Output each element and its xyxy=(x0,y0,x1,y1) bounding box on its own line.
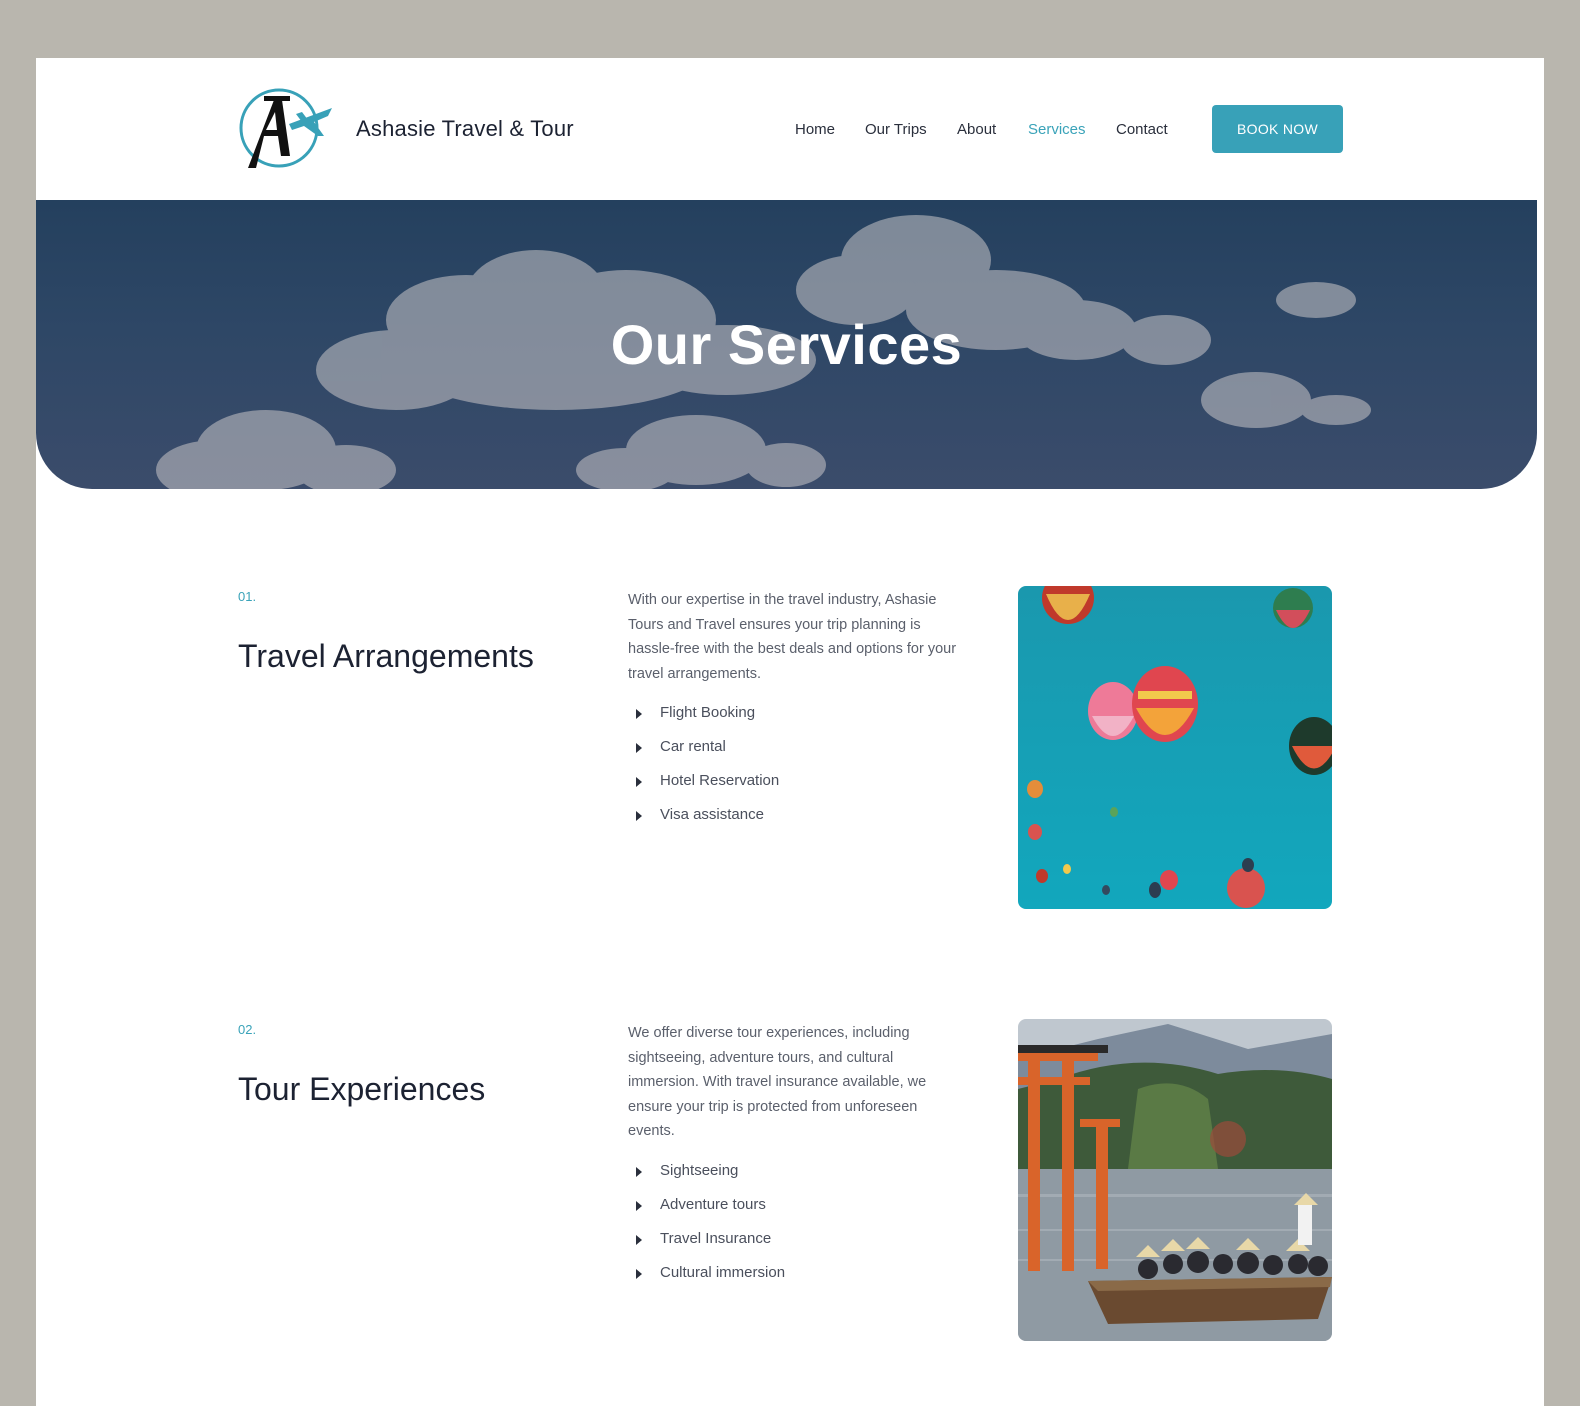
list-item: Car rental xyxy=(628,738,779,772)
brand-name[interactable]: Ashasie Travel & Tour xyxy=(356,116,574,142)
service-title: Tour Experiences xyxy=(238,1071,486,1107)
service-description: We offer diverse tour experiences, inclu… xyxy=(628,1025,927,1139)
caret-right-icon xyxy=(636,1167,642,1177)
service-travel-arrangements: 01. Travel Arrangements With our experti… xyxy=(36,586,1544,916)
caret-right-icon xyxy=(636,1201,642,1211)
list-item: Visa assistance xyxy=(628,806,779,840)
nav-about[interactable]: About xyxy=(957,121,996,138)
caret-right-icon xyxy=(636,811,642,821)
service-number: 02. xyxy=(238,1022,257,1037)
nav-services[interactable]: Services xyxy=(1028,121,1086,138)
hot-air-balloons-image xyxy=(1018,586,1332,909)
list-item: Cultural immersion xyxy=(628,1264,785,1298)
service-number: 01. xyxy=(238,589,257,604)
caret-right-icon xyxy=(636,777,642,787)
list-item: Adventure tours xyxy=(628,1196,785,1230)
list-item: Flight Booking xyxy=(628,704,779,738)
nav-contact[interactable]: Contact xyxy=(1116,121,1168,138)
hero-banner: Our Services xyxy=(36,200,1537,489)
caret-right-icon xyxy=(636,709,642,719)
caret-right-icon xyxy=(636,1269,642,1279)
service-title: Travel Arrangements xyxy=(238,638,534,674)
list-item: Sightseeing xyxy=(628,1162,785,1196)
boat-torii-gate-image xyxy=(1018,1019,1332,1341)
list-item: Travel Insurance xyxy=(628,1230,785,1264)
list-item: Hotel Reservation xyxy=(628,772,779,806)
service-list: Sightseeing Adventure tours Travel Insur… xyxy=(628,1162,785,1298)
site-header: Ashasie Travel & Tour Home Our Trips Abo… xyxy=(36,58,1544,200)
logo[interactable] xyxy=(234,84,334,174)
page: Ashasie Travel & Tour Home Our Trips Abo… xyxy=(36,58,1544,1406)
logo-icon xyxy=(239,88,332,168)
nav-home[interactable]: Home xyxy=(795,121,835,138)
service-tour-experiences: 02. Tour Experiences We offer diverse to… xyxy=(36,1019,1544,1349)
caret-right-icon xyxy=(636,743,642,753)
service-list: Flight Booking Car rental Hotel Reservat… xyxy=(628,704,779,840)
hero-title: Our Services xyxy=(610,313,963,376)
service-description: With our expertise in the travel industr… xyxy=(628,592,957,682)
book-now-button[interactable]: BOOK NOW xyxy=(1212,105,1343,153)
nav-our-trips[interactable]: Our Trips xyxy=(865,121,927,138)
caret-right-icon xyxy=(636,1235,642,1245)
